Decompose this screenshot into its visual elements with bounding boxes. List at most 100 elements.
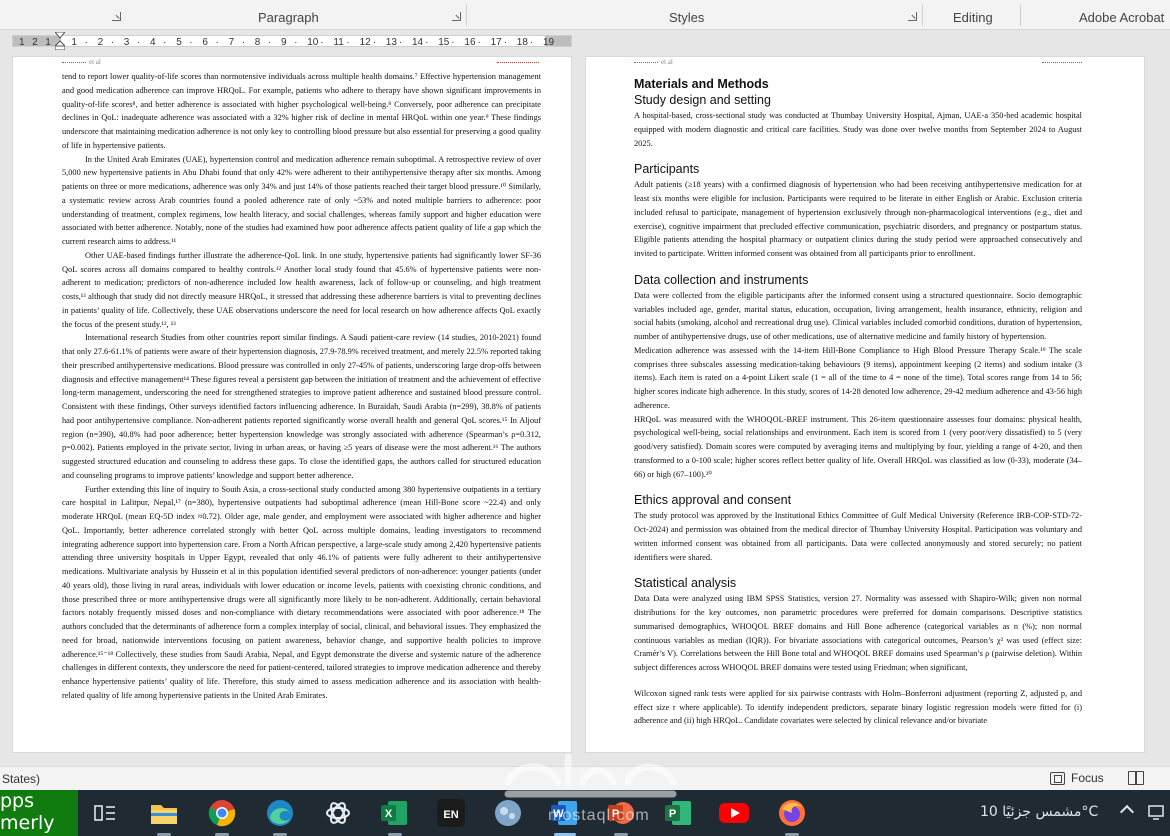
- en-app-icon[interactable]: EN: [437, 799, 465, 827]
- paragraph-dialog-launcher-icon[interactable]: [452, 12, 461, 21]
- edge-icon[interactable]: [266, 799, 294, 827]
- settings-icon[interactable]: [494, 799, 522, 827]
- firefox-icon[interactable]: [778, 799, 806, 827]
- right-page-body[interactable]: Materials and Methods Study design and s…: [634, 77, 1082, 728]
- ruler-tick-label: 12: [359, 37, 371, 48]
- focus-button[interactable]: Focus: [1050, 771, 1104, 785]
- network-icon[interactable]: [1148, 803, 1166, 821]
- status-language[interactable]: States): [2, 772, 40, 786]
- focus-icon: [1050, 771, 1065, 785]
- body-paragraph[interactable]: Further extending this line of inquiry t…: [62, 483, 541, 703]
- section-subheading: Ethics approval and consent: [634, 493, 792, 508]
- svg-text:W: W: [553, 808, 564, 820]
- ribbon-group-styles: Styles: [669, 10, 705, 25]
- ruler-tick-label: 17: [490, 37, 502, 48]
- body-paragraph[interactable]: The study protocol was approved by the I…: [634, 509, 1082, 564]
- body-paragraph[interactable]: HRQoL was measured with the WHOQOL-BREF …: [634, 413, 1082, 482]
- weather-widget[interactable]: مشمس جزئيًا 10°C: [980, 804, 1098, 820]
- word-icon[interactable]: W: [550, 800, 578, 826]
- file-explorer-icon[interactable]: [150, 800, 178, 826]
- body-paragraph[interactable]: tend to report lower quality-of-life sco…: [62, 70, 541, 153]
- body-paragraph[interactable]: A hospital-based, cross-sectional study …: [634, 109, 1082, 150]
- svg-text:P: P: [669, 808, 676, 820]
- ruler-tick-label: 18: [516, 37, 528, 48]
- styles-dialog-launcher-icon[interactable]: [908, 12, 917, 21]
- ruler-tick-label: 1: [45, 37, 51, 48]
- ruler-tick-label: 2: [97, 37, 104, 48]
- ruler-tick-label: 8: [254, 37, 261, 48]
- ruler-tick-label: 5: [176, 37, 182, 48]
- ruler-tick-label: 13: [385, 37, 397, 48]
- font-dialog-launcher-icon[interactable]: [112, 12, 121, 21]
- ribbon-group-labels: Paragraph Styles Editing Adobe Acrobat: [0, 0, 1170, 30]
- ribbon-separator: [922, 4, 923, 26]
- ruler-tick-label: ·: [84, 37, 88, 48]
- document-page-right[interactable]: et al Materials and Methods Study design…: [585, 56, 1145, 753]
- ruler-tick-label: 19: [543, 37, 555, 48]
- windows-taskbar: pps merly X EN W P P مشمس جزئيًا 10°C: [0, 790, 1170, 836]
- ruler-tick-label: ·: [372, 37, 377, 48]
- ruler-tick-label: 11: [333, 37, 344, 48]
- body-paragraph[interactable]: Other UAE-based findings further illustr…: [62, 249, 541, 332]
- ruler-tick-label: 2: [32, 37, 38, 48]
- horizontal-ruler[interactable]: 121·1·2·3·4·5·6·7·8·9·10·11·12·13·14·15·…: [0, 30, 1170, 52]
- ruler-bar[interactable]: 121·1·2·3·4·5·6·7·8·9·10·11·12·13·14·15·…: [12, 35, 572, 48]
- body-paragraph[interactable]: International research Studies from othe…: [62, 331, 541, 482]
- body-paragraph[interactable]: Medication adherence was assessed with t…: [634, 344, 1082, 413]
- svg-text:X: X: [385, 808, 393, 820]
- spellcheck-squiggle: [634, 59, 658, 63]
- right-page-sections: Study design and setting A hospital-based…: [634, 93, 1082, 728]
- chrome-icon[interactable]: [208, 799, 236, 827]
- word-window: Paragraph Styles Editing Adobe Acrobat 1…: [0, 0, 1170, 836]
- spellcheck-squiggle: [497, 59, 539, 63]
- ruler-tick-label: 16: [464, 37, 476, 48]
- ruler-tick-label: ·: [529, 37, 534, 48]
- ruler-tick-label: ·: [136, 37, 141, 48]
- read-mode-icon[interactable]: [1128, 771, 1144, 785]
- indent-marker-icon[interactable]: [55, 32, 65, 50]
- spellcheck-squiggle: [62, 59, 86, 63]
- left-page-body[interactable]: tend to report lower quality-of-life sco…: [62, 70, 541, 703]
- ruler-tick-label: ·: [451, 37, 455, 48]
- start-text-line: merly: [0, 812, 55, 834]
- document-page-left[interactable]: et al tend to report lower quality-of-li…: [12, 56, 572, 753]
- project-icon[interactable]: P: [664, 800, 692, 826]
- start-text-line: pps: [0, 790, 35, 812]
- ruler-tick-label: 7: [228, 37, 235, 48]
- section-subheading: Participants: [634, 162, 700, 177]
- body-paragraph[interactable]: Data Data were analyzed using IBM SPSS S…: [634, 592, 1082, 675]
- spellcheck-squiggle: [1042, 59, 1082, 63]
- header-fragment: et al: [661, 58, 673, 66]
- ruler-tick-label: ·: [110, 37, 115, 48]
- focus-label: Focus: [1071, 771, 1104, 785]
- status-bar: States) Focus: [0, 766, 1170, 790]
- ruler-tick-label: 15: [438, 37, 450, 48]
- ruler-tick-label: ·: [267, 37, 272, 48]
- youtube-icon[interactable]: [719, 801, 749, 825]
- ribbon-group-paragraph: Paragraph: [258, 10, 319, 25]
- section-subheading: Data collection and instruments: [634, 272, 809, 287]
- ruler-tick-label: ·: [346, 37, 350, 48]
- ruler-tick-label: ·: [189, 37, 193, 48]
- ruler-tick-label: ·: [215, 37, 219, 48]
- excel-icon[interactable]: X: [380, 800, 408, 826]
- ribbon-group-adobe-acrobat: Adobe Acrobat: [1079, 10, 1165, 25]
- ruler-tick-label: ·: [163, 37, 167, 48]
- ruler-tick-label: ·: [425, 37, 429, 48]
- body-paragraph[interactable]: Data were collected from the eligible pa…: [634, 289, 1082, 344]
- body-paragraph[interactable]: Wilcoxon signed rank tests were applied …: [634, 687, 1082, 728]
- ruler-tick-label: ·: [294, 37, 298, 48]
- powerpoint-icon[interactable]: P: [607, 799, 635, 827]
- start-area[interactable]: pps merly: [0, 790, 78, 836]
- task-view-icon[interactable]: [94, 803, 116, 823]
- section-heading-materials-methods: Materials and Methods: [634, 77, 769, 91]
- body-paragraph[interactable]: Adult patients (≥18 years) with a confir…: [634, 178, 1082, 261]
- chatgpt-icon[interactable]: [324, 799, 352, 827]
- header-fragment: et al: [89, 58, 101, 66]
- svg-text:EN: EN: [443, 809, 458, 821]
- ribbon-separator: [1020, 4, 1021, 26]
- body-paragraph[interactable]: In the United Arab Emirates (UAE), hyper…: [62, 153, 541, 249]
- show-hidden-icons-chevron-icon[interactable]: [1119, 804, 1135, 820]
